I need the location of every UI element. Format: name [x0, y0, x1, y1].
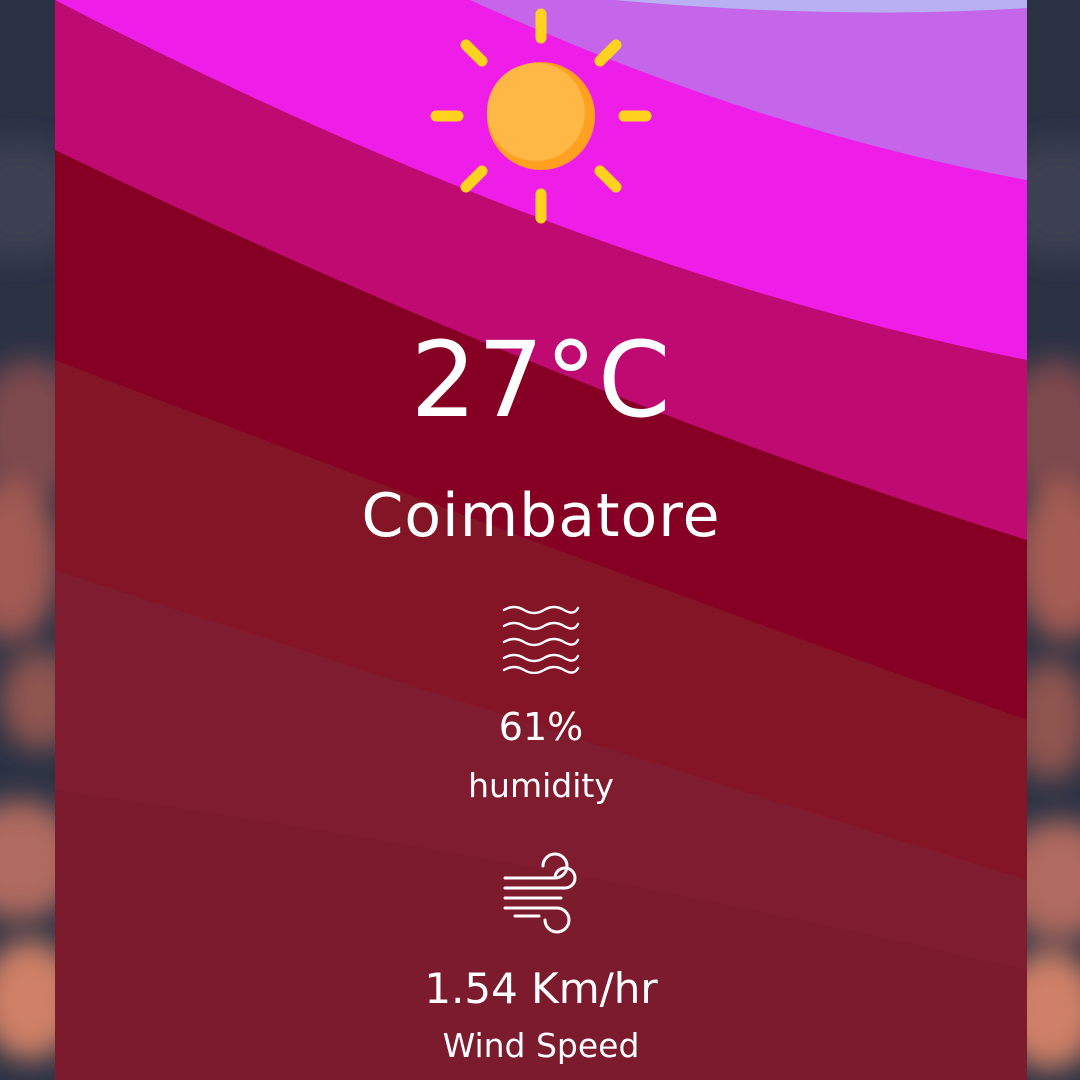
humidity-waves-icon	[502, 605, 580, 674]
weather-card: 27°C Coimbatore 61% humidity 1.54 Km/hr …	[55, 0, 1027, 1080]
city-name: Coimbatore	[361, 481, 721, 551]
sun-icon	[430, 8, 652, 224]
humidity-label: humidity	[468, 766, 614, 805]
wind-icon	[503, 852, 577, 934]
humidity-value: 61%	[498, 705, 584, 749]
wind-speed-value: 1.54 Km/hr	[424, 964, 658, 1013]
temperature: 27°C	[410, 319, 672, 441]
wind-speed-label: Wind Speed	[442, 1026, 640, 1065]
